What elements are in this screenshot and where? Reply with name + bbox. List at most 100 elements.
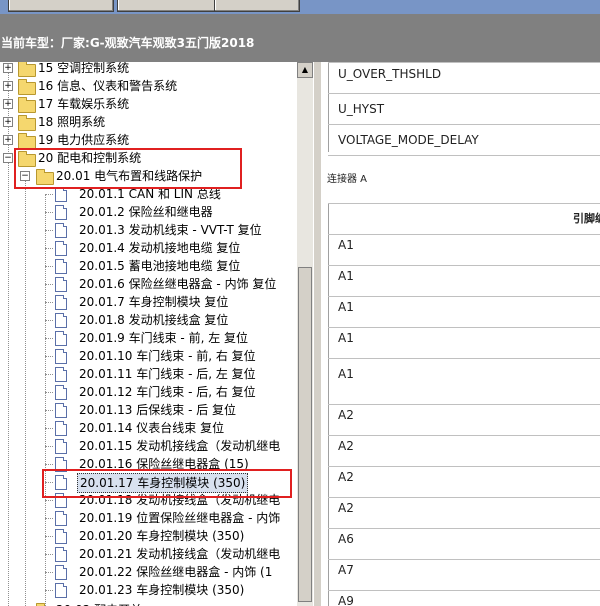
folder-icon bbox=[18, 115, 36, 131]
expand-icon[interactable]: + bbox=[3, 63, 13, 73]
scroll-up-icon[interactable]: ▲ bbox=[297, 62, 313, 78]
tree-guide-line bbox=[45, 572, 53, 573]
toolbar-button-1[interactable] bbox=[8, 0, 114, 12]
tree-node-doc[interactable]: 20.01.19 位置保险丝继电器盒 - 内饰 bbox=[0, 509, 297, 527]
document-icon bbox=[55, 367, 67, 382]
tree-node-label: 20.01.22 保险丝继电器盒 - 内饰 (1 bbox=[79, 565, 273, 579]
tree-guide-line bbox=[45, 518, 53, 519]
expand-icon[interactable]: + bbox=[3, 117, 13, 127]
document-icon bbox=[55, 259, 67, 274]
tree-node-doc[interactable]: 20.01.22 保险丝继电器盒 - 内饰 (1 bbox=[0, 563, 297, 581]
tree-node-label: 20.01.6 保险丝继电器盒 - 内饰 复位 bbox=[79, 277, 277, 291]
tree-node-system[interactable]: +18 照明系统 bbox=[0, 113, 297, 131]
tree-guide-line bbox=[45, 338, 53, 339]
tree-guide-line bbox=[45, 284, 53, 285]
tree-node-doc[interactable]: 20.01.10 车门线束 - 前, 右 复位 bbox=[0, 347, 297, 365]
tree-guide-line bbox=[45, 320, 53, 321]
tree-node-doc[interactable]: 20.01.11 车门线束 - 后, 左 复位 bbox=[0, 365, 297, 383]
tree-guide-line bbox=[45, 212, 53, 213]
tree-node-label: 16 信息、仪表和警告系统 bbox=[38, 79, 178, 93]
tree-node-label: 20.01.20 车身控制模块 (350) bbox=[79, 529, 245, 543]
document-icon bbox=[55, 313, 67, 328]
tree-node-label: 15 空调控制系统 bbox=[38, 62, 130, 75]
tree-scrollbar[interactable]: ▲ bbox=[297, 62, 313, 606]
pin-column-header: 引脚编 bbox=[573, 212, 600, 225]
toolbar-button-3[interactable] bbox=[214, 0, 300, 12]
document-icon bbox=[55, 223, 67, 238]
pin-value: A2 bbox=[338, 439, 354, 453]
scroll-thumb[interactable] bbox=[298, 267, 312, 602]
folder-icon bbox=[18, 62, 36, 77]
pin-value: A1 bbox=[338, 238, 354, 252]
pin-row: A2 bbox=[328, 435, 600, 467]
pins-table-header: 引脚编 bbox=[328, 203, 600, 235]
pin-row: A9 bbox=[328, 590, 600, 606]
pin-row: A2 bbox=[328, 497, 600, 529]
expand-icon[interactable]: + bbox=[3, 99, 13, 109]
tree-node-label: 20.01.7 车身控制模块 复位 bbox=[79, 295, 229, 309]
tree-node-subsystem[interactable]: 20.02 配电开关 bbox=[0, 601, 297, 606]
pin-row: A1 bbox=[328, 358, 600, 405]
pin-value: A2 bbox=[338, 408, 354, 422]
category-tree[interactable]: +15 空调控制系统 +16 信息、仪表和警告系统 +17 车载娱乐系统 +18 照明… bbox=[0, 62, 297, 606]
tree-node-label: 20.01.2 保险丝和继电器 bbox=[79, 205, 213, 219]
content-pane: U_OVER_THSHLD U_HYST VOLTAGE_MODE_DELAY 连接器… bbox=[321, 62, 600, 606]
tree-node-doc[interactable]: 20.01.15 发动机接线盒（发动机继电 bbox=[0, 437, 297, 455]
document-icon bbox=[55, 205, 67, 220]
document-icon bbox=[55, 421, 67, 436]
tree-node-doc[interactable]: 20.01.7 车身控制模块 复位 bbox=[0, 293, 297, 311]
tree-node-doc[interactable]: 20.01.21 发动机接线盒（发动机继电 bbox=[0, 545, 297, 563]
tree-node-label: 20.01.19 位置保险丝继电器盒 - 内饰 bbox=[79, 511, 281, 525]
pin-row: A1 bbox=[328, 296, 600, 328]
document-icon bbox=[55, 529, 67, 544]
tree-node-doc[interactable]: 20.01.4 发动机接地电缆 复位 bbox=[0, 239, 297, 257]
pin-row: A2 bbox=[328, 466, 600, 498]
tree-guide-line bbox=[45, 590, 53, 591]
pin-row: A1 bbox=[328, 327, 600, 359]
tree-node-doc[interactable]: 20.01.23 车身控制模块 (350) bbox=[0, 581, 297, 599]
tree-node-label: 19 电力供应系统 bbox=[38, 133, 130, 147]
tree-node-system[interactable]: +19 电力供应系统 bbox=[0, 131, 297, 149]
pin-row: A1 bbox=[328, 265, 600, 297]
param-name: U_OVER_THSHLD bbox=[338, 67, 442, 81]
document-icon bbox=[55, 331, 67, 346]
toolbar-button-2[interactable] bbox=[117, 0, 223, 12]
tree-node-doc[interactable]: 20.01.2 保险丝和继电器 bbox=[0, 203, 297, 221]
tree-guide-line bbox=[45, 374, 53, 375]
tree-node-system[interactable]: +15 空调控制系统 bbox=[0, 62, 297, 77]
tree-node-system[interactable]: +17 车载娱乐系统 bbox=[0, 95, 297, 113]
tree-node-doc[interactable]: 20.01.13 后保线束 - 后 复位 bbox=[0, 401, 297, 419]
pin-row: A7 bbox=[328, 559, 600, 591]
tree-guide-line bbox=[45, 230, 53, 231]
pin-row: A2 bbox=[328, 404, 600, 436]
pin-value: A1 bbox=[338, 300, 354, 314]
tree-guide-line bbox=[45, 428, 53, 429]
pin-value: A9 bbox=[338, 594, 354, 606]
tree-node-doc[interactable]: 20.01.6 保险丝继电器盒 - 内饰 复位 bbox=[0, 275, 297, 293]
tree-node-doc[interactable]: 20.01.5 蓄电池接地电缆 复位 bbox=[0, 257, 297, 275]
tree-node-label: 20.01.11 车门线束 - 后, 左 复位 bbox=[79, 367, 256, 381]
collapse-icon[interactable]: − bbox=[3, 153, 13, 163]
pin-value: A2 bbox=[338, 470, 354, 484]
pin-row: A6 bbox=[328, 528, 600, 560]
document-icon bbox=[55, 241, 67, 256]
document-icon bbox=[55, 385, 67, 400]
vehicle-label: 当前车型： bbox=[1, 36, 62, 50]
tree-node-doc[interactable]: 20.01.12 车门线束 - 后, 右 复位 bbox=[0, 383, 297, 401]
expand-icon[interactable]: + bbox=[3, 135, 13, 145]
tree-node-doc[interactable]: 20.01.8 发动机接线盒 复位 bbox=[0, 311, 297, 329]
param-row: U_HYST bbox=[328, 93, 600, 125]
tree-guide-line bbox=[45, 554, 53, 555]
current-vehicle: 当前车型：厂家:G-观致汽车观致3五门版2018 bbox=[1, 34, 254, 51]
pin-value: A6 bbox=[338, 532, 354, 546]
tree-node-doc[interactable]: 20.01.3 发动机线束 - VVT-T 复位 bbox=[0, 221, 297, 239]
tree-node-doc[interactable]: 20.01.14 仪表台线束 复位 bbox=[0, 419, 297, 437]
expand-icon[interactable]: + bbox=[3, 81, 13, 91]
vehicle-value: 厂家:G-观致汽车观致3五门版2018 bbox=[61, 36, 255, 50]
param-name: U_HYST bbox=[338, 102, 385, 116]
tree-node-system[interactable]: +16 信息、仪表和警告系统 bbox=[0, 77, 297, 95]
tree-node-label: 20.01.13 后保线束 - 后 复位 bbox=[79, 403, 237, 417]
top-toolbar bbox=[0, 0, 600, 14]
tree-node-doc[interactable]: 20.01.20 车身控制模块 (350) bbox=[0, 527, 297, 545]
tree-node-doc[interactable]: 20.01.9 车门线束 - 前, 左 复位 bbox=[0, 329, 297, 347]
